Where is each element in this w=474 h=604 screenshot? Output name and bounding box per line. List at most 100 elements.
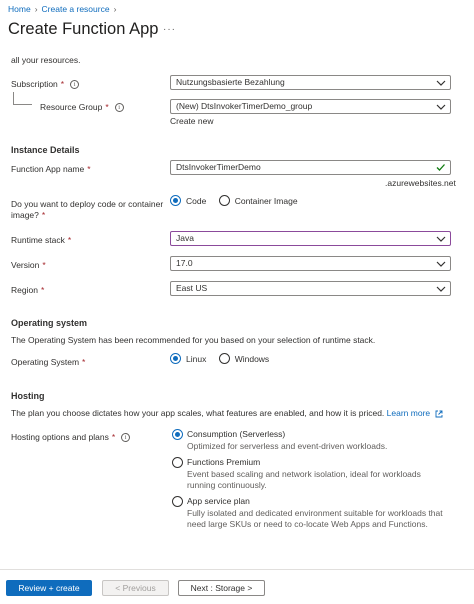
more-options-icon[interactable]: ···: [163, 24, 176, 35]
operating-system-label-text: Operating System: [11, 357, 80, 367]
resource-group-label-text: Resource Group: [40, 102, 103, 112]
plan-app-service[interactable]: App service plan Fully isolated and dedi…: [172, 495, 443, 529]
deploy-option-code-label: Code: [186, 195, 207, 206]
runtime-stack-label-text: Runtime stack: [11, 235, 65, 245]
chevron-down-icon: [436, 104, 446, 110]
radio-app-service-plan[interactable]: [172, 496, 183, 507]
version-dropdown[interactable]: 17.0: [170, 256, 451, 271]
plan-consumption-name: Consumption (Serverless): [187, 429, 286, 439]
version-value: 17.0: [176, 258, 193, 268]
function-app-name-label-text: Function App name: [11, 164, 85, 174]
deploy-question-line2: image? *: [11, 210, 163, 221]
os-option-linux[interactable]: Linux: [170, 353, 206, 364]
runtime-stack-label: Runtime stack *: [11, 235, 71, 245]
instance-details-heading: Instance Details: [11, 145, 80, 155]
region-label-text: Region: [11, 285, 38, 295]
learn-more-label: Learn more: [386, 408, 431, 418]
required-asterisk: *: [111, 432, 116, 442]
previous-button[interactable]: < Previous: [102, 580, 169, 596]
hosting-heading: Hosting: [11, 391, 45, 401]
region-dropdown[interactable]: East US: [170, 281, 451, 296]
review-create-button[interactable]: Review + create: [6, 580, 92, 596]
plan-premium[interactable]: Functions Premium Event based scaling an…: [172, 456, 421, 490]
hosting-options-label: Hosting options and plans * i: [11, 432, 131, 443]
info-icon[interactable]: i: [70, 80, 80, 90]
deploy-option-code[interactable]: Code: [170, 195, 206, 206]
plan-app-service-desc-line2: need large SKUs or need to co-locate Web…: [187, 519, 428, 529]
os-option-linux-label: Linux: [186, 353, 207, 364]
info-icon[interactable]: i: [114, 103, 124, 113]
radio-windows[interactable]: [218, 353, 230, 364]
required-asterisk: *: [87, 164, 91, 174]
breadcrumb: Home › Create a resource ›: [8, 4, 120, 14]
resource-group-label: Resource Group * i: [40, 102, 124, 113]
required-asterisk: *: [105, 102, 109, 112]
os-option-windows-label: Windows: [234, 353, 270, 364]
plan-premium-desc-line1: Event based scaling and network isolatio…: [187, 469, 421, 479]
info-icon[interactable]: i: [121, 433, 131, 443]
function-app-name-input[interactable]: DtsInvokerTimerDemo: [170, 160, 451, 175]
os-radio-group: Linux Windows: [170, 353, 269, 366]
learn-more-link[interactable]: Learn more: [387, 408, 443, 418]
chevron-down-icon: [436, 261, 446, 267]
radio-code[interactable]: [170, 195, 181, 206]
runtime-stack-value: Java: [176, 233, 194, 243]
domain-suffix: .azurewebsites.net: [385, 178, 456, 188]
chevron-down-icon: [436, 286, 446, 292]
required-asterisk: *: [42, 260, 46, 270]
deploy-option-container-label: Container Image: [234, 195, 298, 206]
breadcrumb-create-resource-link[interactable]: Create a resource: [42, 4, 110, 14]
resource-group-value: (New) DtsInvokerTimerDemo_group: [176, 101, 313, 111]
region-label: Region *: [11, 285, 44, 295]
chevron-right-icon: ›: [34, 4, 38, 14]
subscription-label: Subscription * i: [11, 79, 80, 90]
function-app-name-label: Function App name *: [11, 164, 91, 174]
chevron-down-icon: [436, 236, 446, 242]
version-label-text: Version: [11, 260, 40, 270]
deploy-radio-group: Code Container Image: [170, 195, 298, 208]
runtime-stack-dropdown[interactable]: Java: [170, 231, 451, 246]
required-asterisk: *: [41, 210, 46, 220]
tree-connector: [13, 92, 32, 105]
operating-system-label: Operating System *: [11, 357, 85, 367]
function-app-name-value: DtsInvokerTimerDemo: [176, 162, 261, 172]
deploy-question-line1: Do you want to deploy code or container: [11, 199, 164, 209]
deploy-option-container[interactable]: Container Image: [218, 195, 298, 206]
radio-container-image[interactable]: [218, 195, 230, 206]
chevron-right-icon: ›: [113, 4, 117, 14]
plan-premium-desc-line2: running continuously.: [187, 480, 267, 490]
page-title: Create Function App: [8, 20, 159, 38]
subscription-label-text: Subscription: [11, 79, 58, 89]
deploy-question-line2-text: image?: [11, 210, 39, 220]
required-asterisk: *: [67, 235, 72, 245]
subscription-dropdown[interactable]: Nutzungsbasierte Bezahlung: [170, 75, 451, 90]
plan-premium-name: Functions Premium: [187, 457, 261, 467]
required-asterisk: *: [82, 357, 86, 367]
os-option-windows[interactable]: Windows: [218, 353, 270, 364]
external-link-icon: [435, 410, 442, 418]
hosting-options-label-text: Hosting options and plans: [11, 432, 109, 442]
radio-consumption[interactable]: [172, 429, 183, 440]
footer-divider: [0, 569, 474, 570]
radio-functions-premium[interactable]: [172, 457, 183, 468]
required-asterisk: *: [60, 79, 65, 89]
version-label: Version *: [11, 260, 46, 270]
operating-system-description: The Operating System has been recommende…: [11, 335, 376, 345]
intro-text: all your resources.: [11, 55, 81, 65]
plan-app-service-desc-line1: Fully isolated and dedicated environment…: [187, 508, 443, 518]
create-new-link[interactable]: Create new: [170, 116, 213, 126]
breadcrumb-home-link[interactable]: Home: [8, 4, 31, 14]
plan-consumption-desc: Optimized for serverless and event-drive…: [187, 441, 388, 451]
radio-linux[interactable]: [170, 353, 181, 364]
subscription-value: Nutzungsbasierte Bezahlung: [176, 77, 285, 87]
required-asterisk: *: [40, 285, 45, 295]
plan-app-service-name: App service plan: [187, 496, 250, 506]
deploy-question: Do you want to deploy code or container …: [11, 199, 163, 221]
resource-group-dropdown[interactable]: (New) DtsInvokerTimerDemo_group: [170, 99, 451, 114]
checkmark-icon: [436, 164, 445, 171]
next-storage-button[interactable]: Next : Storage >: [178, 580, 265, 596]
chevron-down-icon: [436, 80, 446, 86]
operating-system-heading: Operating system: [11, 318, 88, 328]
hosting-description: The plan you choose dictates how your ap…: [11, 408, 443, 418]
plan-consumption[interactable]: Consumption (Serverless) Optimized for s…: [172, 428, 387, 451]
